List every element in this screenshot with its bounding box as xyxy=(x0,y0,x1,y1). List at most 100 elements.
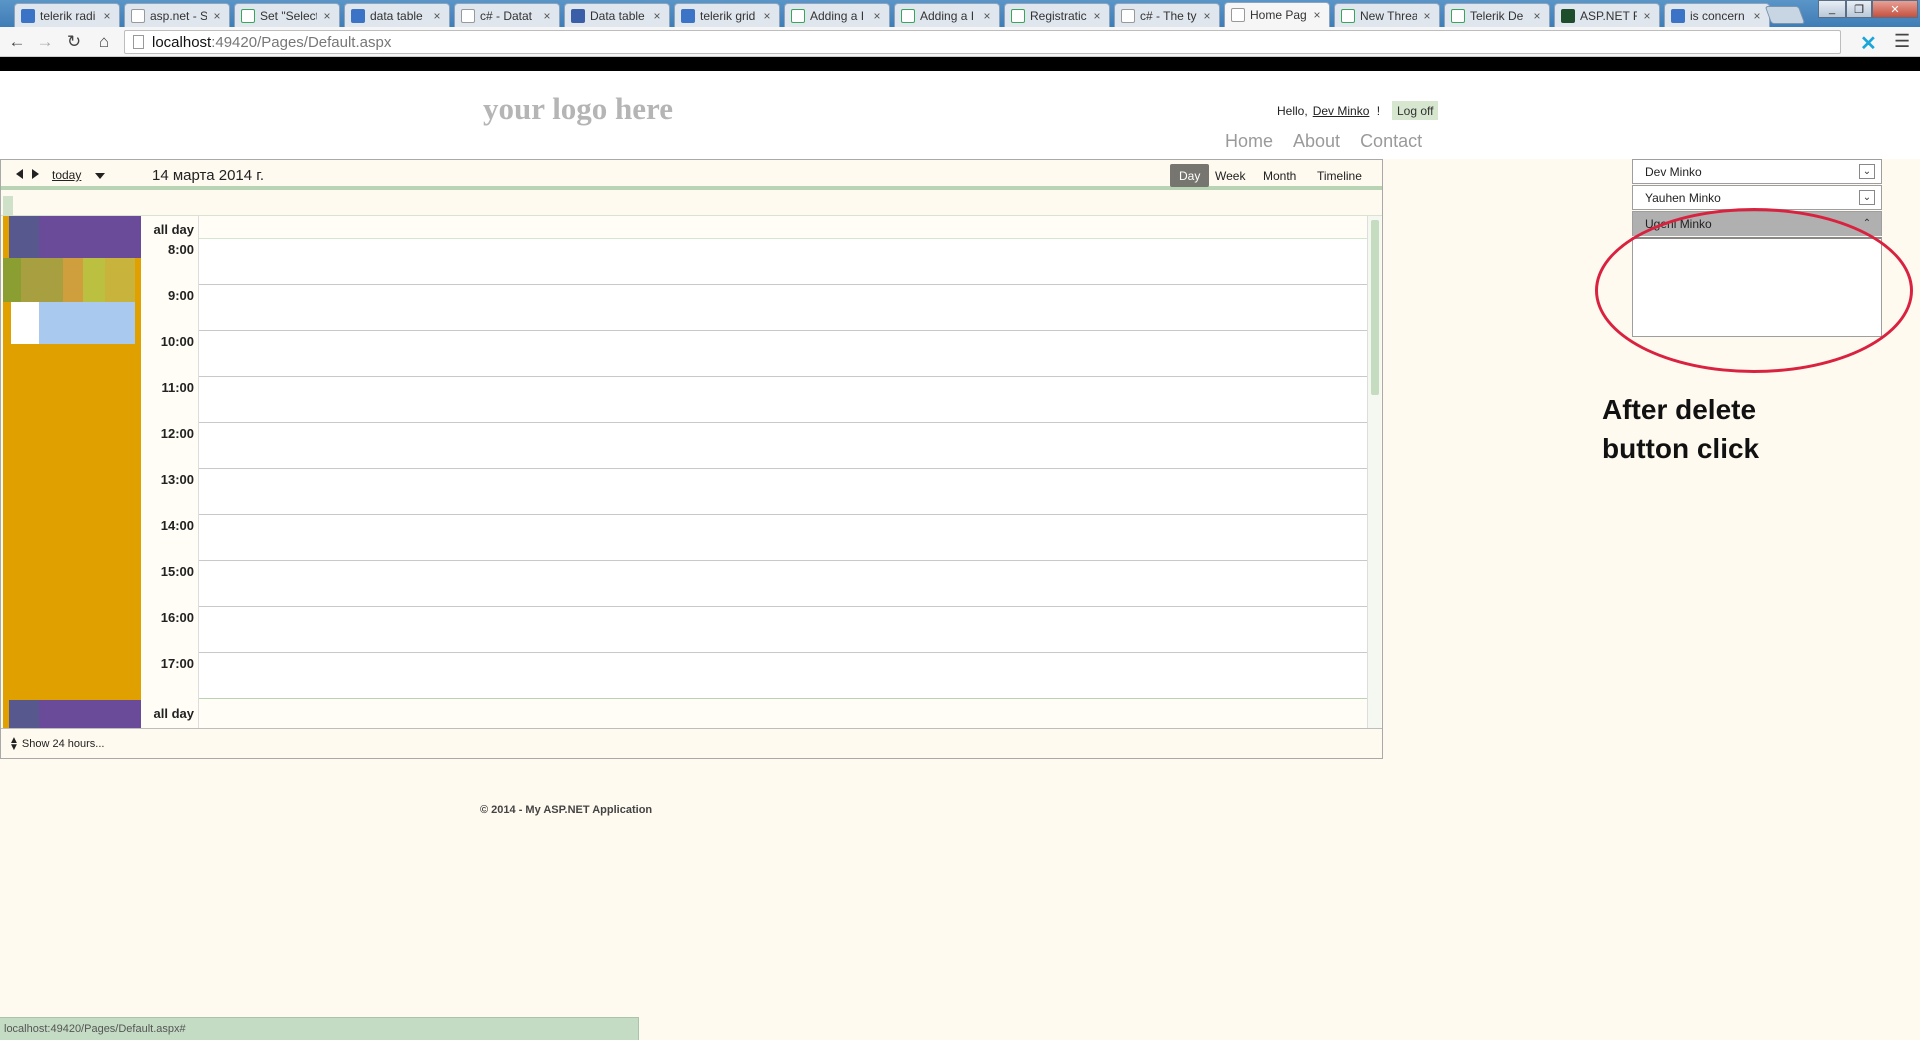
close-tab-icon[interactable]: × xyxy=(431,9,443,23)
google-icon xyxy=(351,8,365,23)
scrollbar-thumb[interactable] xyxy=(1371,220,1379,395)
allday-label: all day xyxy=(153,706,194,721)
allday-slot[interactable] xyxy=(199,216,1367,238)
browser-tab[interactable]: New Threa × xyxy=(1334,3,1440,27)
logoff-button[interactable]: Log off xyxy=(1392,101,1439,120)
view-day-tab[interactable]: Day xyxy=(1170,164,1210,187)
resource-name: Dev Minko xyxy=(1645,164,1702,179)
view-timeline-tab[interactable]: Timeline xyxy=(1308,164,1371,187)
telerik-icon xyxy=(1341,8,1355,23)
reload-icon[interactable]: ↻ xyxy=(63,31,85,53)
close-tab-icon[interactable]: × xyxy=(1531,9,1543,23)
resource-yauhen-minko[interactable]: Yauhen Minko ⌄ xyxy=(1632,185,1882,210)
browser-tab[interactable]: telerik grid × xyxy=(674,3,780,27)
blue-icon xyxy=(571,8,585,23)
browser-tab[interactable]: Home Pag × xyxy=(1224,2,1330,27)
new-tab-button[interactable] xyxy=(1764,6,1806,24)
forward-arrow-icon[interactable]: → xyxy=(34,31,56,53)
view-month-tab[interactable]: Month xyxy=(1254,164,1305,187)
close-tab-icon[interactable]: × xyxy=(1641,9,1653,23)
close-tab-icon[interactable]: × xyxy=(541,9,553,23)
appointment-color-column xyxy=(3,216,141,728)
user-link[interactable]: Dev Minko xyxy=(1313,104,1370,118)
status-bar: localhost:49420/Pages/Default.aspx# xyxy=(0,1017,639,1040)
hour-label: 15:00 xyxy=(160,564,194,579)
close-tab-icon[interactable]: × xyxy=(1311,8,1323,22)
browser-tab[interactable]: Telerik De × xyxy=(1444,3,1550,27)
page-top-bar xyxy=(0,57,1920,71)
telerik-icon xyxy=(901,8,915,23)
next-day-icon[interactable] xyxy=(32,169,39,179)
tab-title: ASP.NET F xyxy=(1580,8,1637,23)
home-icon[interactable]: ⌂ xyxy=(93,31,115,53)
browser-tab[interactable]: c# - The ty × xyxy=(1114,3,1220,27)
google-icon xyxy=(1671,8,1685,23)
nav-about[interactable]: About xyxy=(1293,131,1340,152)
url-host: localhost xyxy=(152,33,212,51)
tab-title: Set "Select xyxy=(260,8,317,23)
show-24-hours-label: Show 24 hours... xyxy=(21,738,105,750)
close-tab-icon[interactable]: × xyxy=(101,9,113,23)
close-window-button[interactable]: ✕ xyxy=(1872,0,1918,18)
close-tab-icon[interactable]: × xyxy=(211,9,223,23)
tab-title: Home Pag xyxy=(1250,8,1307,22)
close-tab-icon[interactable]: × xyxy=(761,9,773,23)
browser-tab[interactable]: Adding a I × xyxy=(894,3,1000,27)
resource-dev-minko[interactable]: Dev Minko ⌄ xyxy=(1632,159,1882,184)
hour-label: 14:00 xyxy=(160,518,194,533)
allday-slot[interactable] xyxy=(199,699,1367,728)
aspnet-icon xyxy=(1561,8,1575,23)
view-week-tab[interactable]: Week xyxy=(1206,164,1254,187)
hour-label: 9:00 xyxy=(167,288,194,303)
close-tab-icon[interactable]: × xyxy=(1421,9,1433,23)
browser-tab[interactable]: Adding a I × xyxy=(784,3,890,27)
close-tab-icon[interactable]: × xyxy=(1201,9,1213,23)
browser-tab[interactable]: ASP.NET F × xyxy=(1554,3,1660,27)
minimize-button[interactable]: _ xyxy=(1818,0,1846,18)
main-nav: Home About Contact xyxy=(1225,131,1422,152)
browser-tab[interactable]: telerik radi × xyxy=(14,3,120,27)
maximize-button[interactable]: ❐ xyxy=(1846,0,1872,18)
scheduler-footer: ▲ ▼ Show 24 hours... xyxy=(1,728,1382,758)
browser-tab[interactable]: Registratic × xyxy=(1004,3,1110,27)
date-picker-caret-icon[interactable] xyxy=(95,173,105,179)
close-tab-icon[interactable]: × xyxy=(651,9,663,23)
nav-contact[interactable]: Contact xyxy=(1360,131,1422,152)
close-tab-icon[interactable]: × xyxy=(871,9,883,23)
extension-icon[interactable]: ✕ xyxy=(1860,31,1877,56)
close-tab-icon[interactable]: × xyxy=(1091,9,1103,23)
tab-title: c# - Datat xyxy=(480,8,533,23)
hello-suffix: ! xyxy=(1376,104,1381,118)
close-tab-icon[interactable]: × xyxy=(321,9,333,23)
show-24-hours-button[interactable]: ▲ ▼ Show 24 hours... xyxy=(9,736,105,753)
stackoverflow-icon xyxy=(241,8,255,23)
close-tab-icon[interactable]: × xyxy=(1751,9,1763,23)
page-icon xyxy=(133,35,144,49)
day-grid[interactable] xyxy=(199,216,1367,728)
browser-tab[interactable]: Data table × xyxy=(564,3,670,27)
google-icon xyxy=(21,8,35,23)
browser-tab[interactable]: data table × xyxy=(344,3,450,27)
scheduler: today 14 марта 2014 г. Day Week Month Ti… xyxy=(0,159,1383,759)
hello-text: Hello, xyxy=(1277,104,1308,118)
browser-tab[interactable]: c# - Datat × xyxy=(454,3,560,27)
menu-icon[interactable]: ☰ xyxy=(1894,31,1910,52)
address-bar[interactable]: localhost:49420/Pages/Default.aspx ☆ xyxy=(124,30,1841,54)
chevron-down-icon[interactable]: ⌄ xyxy=(1859,164,1875,179)
chevron-down-icon[interactable]: ⌄ xyxy=(1859,190,1875,205)
telerik-icon xyxy=(791,8,805,23)
back-arrow-icon[interactable]: ← xyxy=(6,31,28,53)
previous-day-icon[interactable] xyxy=(16,169,23,179)
browser-tab[interactable]: Set "Select × xyxy=(234,3,340,27)
site-logo[interactable]: your logo here xyxy=(483,91,673,127)
stackoverflow-icon xyxy=(131,8,145,23)
browser-tab[interactable]: asp.net - S × xyxy=(124,3,230,27)
copyright-text: © 2014 - My ASP.NET Application xyxy=(480,804,653,816)
tab-title: data table xyxy=(370,8,423,23)
today-link[interactable]: today xyxy=(52,168,81,182)
close-tab-icon[interactable]: × xyxy=(981,9,993,23)
scheduler-scrollbar[interactable] xyxy=(1367,216,1381,728)
nav-home[interactable]: Home xyxy=(1225,131,1273,152)
browser-tab[interactable]: is concern × xyxy=(1664,3,1770,27)
tab-title: Registratic xyxy=(1030,8,1087,23)
